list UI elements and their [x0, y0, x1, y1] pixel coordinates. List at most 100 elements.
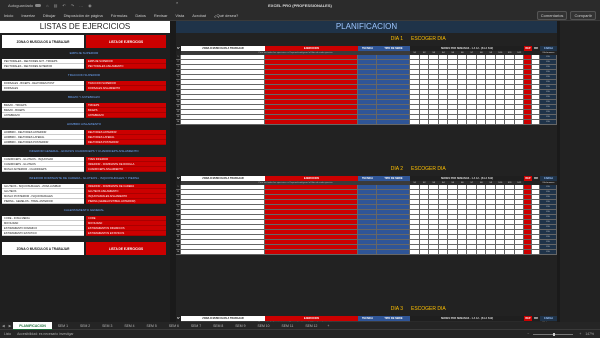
rep-cell[interactable] — [524, 120, 532, 125]
week-cell[interactable] — [410, 120, 420, 125]
week-cell[interactable] — [429, 120, 439, 125]
week-cell[interactable] — [495, 120, 505, 125]
zoom-slider[interactable] — [533, 332, 574, 336]
sheet-tab[interactable]: PLANIFICACION — [13, 321, 52, 330]
sheet-tab[interactable]: SEM 6 — [163, 322, 185, 330]
week-cell[interactable] — [448, 250, 458, 255]
week-cell[interactable] — [410, 250, 420, 255]
exercise-list-cell[interactable]: DORSALES AISLAMIENTO — [86, 86, 166, 91]
zone-cell[interactable]: MUSLO ANTERIOR - CUADRICEPS — [2, 167, 84, 172]
week-cell[interactable] — [467, 250, 477, 255]
comments-button[interactable]: Comentarios — [536, 10, 568, 20]
rir-cell[interactable] — [532, 120, 540, 125]
sheet-tab[interactable]: SEM 11 — [276, 322, 300, 330]
set-type-select[interactable] — [377, 250, 410, 255]
sheet-tab[interactable]: SEM 9 — [229, 322, 251, 330]
rep-cell[interactable] — [524, 250, 532, 255]
more-icon[interactable]: … — [79, 3, 83, 8]
ribbon-tab[interactable]: Acrobat — [188, 13, 210, 18]
rir-cell[interactable] — [532, 250, 540, 255]
sheet-tab[interactable]: SEM 7 — [185, 322, 207, 330]
tab-prev-icon[interactable]: ◀ — [0, 324, 7, 328]
zone-cell[interactable]: HOMBRO - DELTOIDES POSTERIOR — [2, 140, 84, 145]
section-heading: HOMBRO AISLAMIENTO — [66, 122, 102, 126]
accessibility-status[interactable]: Accesibilidad: es necesario investigar — [17, 332, 73, 336]
week-cell[interactable] — [505, 250, 515, 255]
home-icon[interactable]: ⌂ — [46, 3, 48, 8]
ribbon-tab[interactable]: Vista — [171, 13, 188, 18]
add-sheet-icon[interactable]: + — [323, 324, 333, 328]
week-cell[interactable] — [495, 250, 505, 255]
ribbon-tab[interactable]: Inicio — [0, 13, 17, 18]
week-cell[interactable] — [457, 250, 467, 255]
technique-select[interactable] — [358, 250, 377, 255]
week-cell[interactable] — [476, 250, 486, 255]
set-type-select[interactable] — [377, 120, 410, 125]
ribbon-tab[interactable]: Disposición de página — [60, 13, 107, 18]
sheet-area[interactable]: LISTAS DE EJERCICIOS ZONA O MUSCULOS A T… — [0, 21, 600, 322]
day-header: DIA 2 ESCOGER DIA — [176, 165, 557, 174]
exercise-list-cell[interactable]: DELTOIDES POSTERIOR — [86, 140, 166, 145]
zone-cell[interactable]: DORSALES — [2, 86, 84, 91]
exercise-select[interactable] — [265, 250, 358, 255]
week-cell[interactable] — [419, 120, 429, 125]
zoom-in-icon[interactable]: + — [579, 332, 581, 336]
zone-cell[interactable]: PIERNA - GEMELOS - TIBIAL ANTERIOR — [2, 199, 84, 204]
sheet-tab[interactable]: SEM 8 — [207, 322, 229, 330]
exercise-list-cell[interactable]: ESTIRAMIENTOS ESTATICOS — [86, 231, 166, 236]
day-label: DIA 1 — [390, 36, 403, 42]
tab-next-icon[interactable]: ▶ — [7, 324, 14, 328]
ribbon-tab[interactable]: ¿Qué desea? — [210, 13, 242, 18]
day-select[interactable]: ESCOGER DIA — [408, 305, 528, 314]
week-cell[interactable] — [486, 120, 496, 125]
ribbon-tab[interactable]: Fórmulas — [107, 13, 132, 18]
week-cell[interactable] — [448, 120, 458, 125]
sheet-tab[interactable]: SEM 1 — [52, 322, 74, 330]
sheet-tab[interactable]: SEM 12 — [299, 322, 323, 330]
zone-cell[interactable]: ESTIRAMIENTO ESTATICO — [2, 231, 84, 236]
week-cell[interactable] — [514, 120, 524, 125]
day-select[interactable]: ESCOGER DIA — [408, 35, 528, 44]
technique-select[interactable] — [358, 120, 377, 125]
sheet-tab[interactable]: SEM 4 — [118, 322, 140, 330]
exercise-list-cell[interactable]: PECTORALES AISLAMIENTO — [86, 64, 166, 69]
week-cell[interactable] — [438, 120, 448, 125]
undo-icon[interactable]: ↶ — [62, 3, 65, 8]
list-row: PECTORALES - DELTOIDES ANTERIOR PECTORALE… — [2, 64, 166, 69]
sheet-tab[interactable]: SEM 2 — [74, 322, 96, 330]
week-cell[interactable] — [419, 250, 429, 255]
save-icon[interactable]: ▤ — [54, 3, 58, 8]
day-select[interactable]: ESCOGER DIA — [408, 165, 528, 174]
zoom-out-icon[interactable]: − — [527, 332, 529, 336]
zone-input[interactable] — [181, 250, 265, 255]
ribbon-tab[interactable]: Datos — [131, 13, 149, 18]
week-cell[interactable] — [476, 120, 486, 125]
user-icon[interactable]: ◉ — [88, 3, 92, 8]
sheet-tab[interactable]: SEM 10 — [251, 322, 275, 330]
week-cell[interactable] — [486, 250, 496, 255]
week-cell[interactable] — [505, 120, 515, 125]
share-button[interactable]: Compartir — [570, 10, 596, 20]
exercise-list-cell[interactable]: CUADRICEPS AISLAMIENTO — [86, 167, 166, 172]
sheet-tab[interactable]: SEM 3 — [96, 322, 118, 330]
week-cell[interactable] — [457, 120, 467, 125]
zoom-thumb[interactable] — [553, 332, 556, 336]
exercise-list-cell[interactable]: ANTEBRAZO — [86, 113, 166, 118]
zone-cell[interactable]: ANTEBRAZO — [2, 113, 84, 118]
autosave-toggle[interactable]: Autoguardado — [8, 3, 42, 8]
zone-input[interactable] — [181, 120, 265, 125]
week-cell[interactable] — [438, 250, 448, 255]
exercise-select[interactable] — [265, 120, 358, 125]
zone-cell[interactable]: PECTORALES - DELTOIDES ANTERIOR — [2, 64, 84, 69]
exercise-list-cell[interactable]: PIERNA (GEMELOS/TIBIAL ANTERIOR) — [86, 199, 166, 204]
ribbon-tab[interactable]: Insertar — [17, 13, 39, 18]
load-cell[interactable]: KG — [540, 120, 557, 125]
ribbon-tab[interactable]: Revisar — [150, 13, 172, 18]
week-cell[interactable] — [514, 250, 524, 255]
week-cell[interactable] — [429, 250, 439, 255]
redo-icon[interactable]: ↷ — [71, 3, 74, 8]
sheet-tab[interactable]: SEM 5 — [141, 322, 163, 330]
week-cell[interactable] — [467, 120, 477, 125]
ribbon-tab[interactable]: Dibujar — [39, 13, 60, 18]
load-cell[interactable]: KG — [540, 250, 557, 255]
